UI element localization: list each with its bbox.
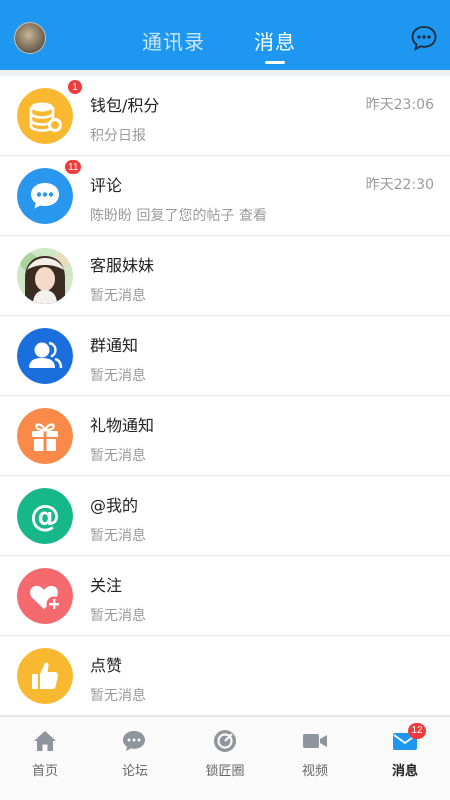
message-preview: 暂无消息 <box>90 608 146 624</box>
message-time: 昨天23:06 <box>365 97 434 113</box>
tab-messages[interactable]: 消息 <box>254 26 296 55</box>
list-item-customer-service[interactable]: 客服妹妹 暂无消息 <box>0 236 450 316</box>
message-title: 关注 <box>90 576 123 595</box>
message-preview: 暂无消息 <box>90 688 146 704</box>
svg-text:@: @ <box>30 499 60 534</box>
forum-icon <box>123 731 145 751</box>
message-title: 客服妹妹 <box>90 256 155 275</box>
list-item-gift-notice[interactable]: 礼物通知 暂无消息 <box>0 396 450 476</box>
list-item-likes[interactable]: 点赞 暂无消息 <box>0 636 450 716</box>
message-title: 钱包/积分 <box>90 96 160 115</box>
gift-icon <box>17 408 73 464</box>
circle-target-icon <box>214 730 236 752</box>
customer-service-avatar <box>17 248 73 304</box>
unread-badge: 11 <box>64 159 83 175</box>
message-time: 昨天22:30 <box>365 177 434 193</box>
message-list: 1 钱包/积分 积分日报 昨天23:06 11 评论 陈盼盼 回复了您的帖子 查… <box>0 76 450 716</box>
nav-messages[interactable]: 12 消息 <box>360 717 450 800</box>
nav-forum[interactable]: 论坛 <box>90 717 180 800</box>
message-title: @我的 <box>90 496 139 515</box>
active-tab-indicator <box>265 61 285 64</box>
user-avatar[interactable] <box>14 22 46 54</box>
unread-badge: 1 <box>67 79 83 95</box>
message-preview: 陈盼盼 回复了您的帖子 查看 <box>90 208 267 224</box>
list-item-comment[interactable]: 11 评论 陈盼盼 回复了您的帖子 查看 昨天22:30 <box>0 156 450 236</box>
thumbs-up-icon <box>17 648 73 704</box>
list-item-mentions[interactable]: @ @我的 暂无消息 <box>0 476 450 556</box>
home-icon <box>34 731 56 751</box>
nav-unread-badge: 12 <box>408 723 426 739</box>
message-title: 礼物通知 <box>90 416 155 435</box>
nav-label: 首页 <box>31 764 58 779</box>
at-icon: @ <box>17 488 73 544</box>
list-item-wallet[interactable]: 1 钱包/积分 积分日报 昨天23:06 <box>0 76 450 156</box>
heart-plus-icon <box>17 568 73 624</box>
top-header: 通讯录 消息 <box>0 0 450 70</box>
nav-home[interactable]: 首页 <box>0 717 90 800</box>
list-item-follow[interactable]: 关注 暂无消息 <box>0 556 450 636</box>
video-camera-icon <box>303 734 327 748</box>
message-preview: 暂无消息 <box>90 528 146 544</box>
message-title: 点赞 <box>90 656 123 675</box>
group-icon <box>17 328 73 384</box>
message-preview: 暂无消息 <box>90 288 146 304</box>
list-item-group-notice[interactable]: 群通知 暂无消息 <box>0 316 450 396</box>
message-preview: 暂无消息 <box>90 448 146 464</box>
message-preview: 暂无消息 <box>90 368 146 384</box>
nav-locksmith-circle[interactable]: 锁匠圈 <box>180 717 270 800</box>
chat-bubble-icon[interactable] <box>410 24 438 52</box>
comment-bubble-icon <box>17 168 73 224</box>
message-preview: 积分日报 <box>90 128 146 144</box>
nav-label: 锁匠圈 <box>205 764 245 779</box>
message-title: 评论 <box>90 176 123 195</box>
wallet-coins-icon <box>17 88 73 144</box>
tab-contacts[interactable]: 通讯录 <box>142 26 205 55</box>
message-title: 群通知 <box>90 336 139 355</box>
nav-label: 消息 <box>391 764 418 779</box>
nav-video[interactable]: 视频 <box>270 717 360 800</box>
bottom-nav: 首页 论坛 锁匠圈 视频 12 消息 <box>0 716 450 800</box>
nav-label: 论坛 <box>121 764 148 779</box>
nav-label: 视频 <box>301 764 328 779</box>
